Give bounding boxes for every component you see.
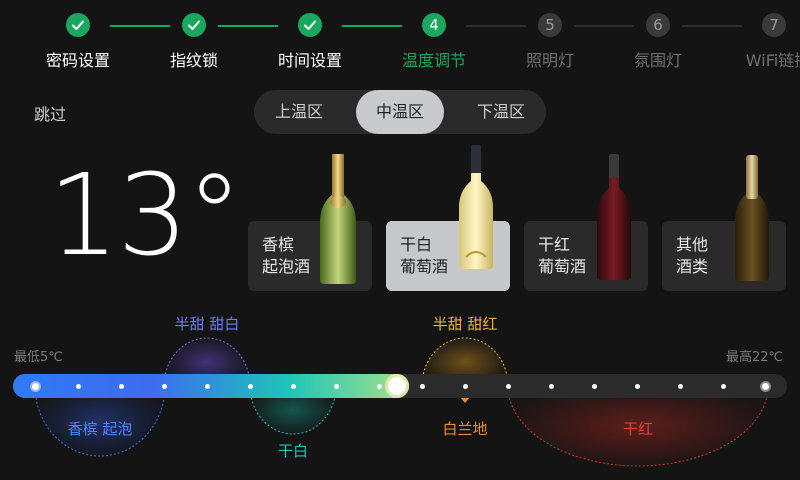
other-bottle-icon <box>735 155 769 281</box>
slider-tick <box>592 384 597 389</box>
step-2-check-icon[interactable] <box>182 13 206 37</box>
step-6-number[interactable]: 6 <box>646 13 670 37</box>
step-connector <box>682 25 742 27</box>
max-temp-label: 最高22℃ <box>726 350 784 365</box>
slider-tick <box>162 384 167 389</box>
skip-button[interactable]: 跳过 <box>34 101 66 125</box>
step-connector <box>466 25 526 27</box>
wine-card-label: 其他 酒类 <box>676 235 709 276</box>
red-wine-bottle-icon <box>597 154 631 280</box>
zone-middle[interactable]: 中温区 <box>356 90 444 134</box>
temperature-display: 13° <box>48 151 243 281</box>
step-2-label[interactable]: 指纹锁 <box>170 47 218 71</box>
slider-tick <box>291 384 296 389</box>
slider-tick <box>205 384 210 389</box>
slider-tick <box>334 384 339 389</box>
step-3-check-icon[interactable] <box>298 13 322 37</box>
step-4-label[interactable]: 温度调节 <box>402 47 466 71</box>
step-6-label[interactable]: 氛围灯 <box>634 47 682 71</box>
wine-card-label: 干白 葡萄酒 <box>400 235 449 276</box>
step-connector <box>574 25 634 27</box>
slider-tick <box>721 384 726 389</box>
step-4-number[interactable]: 4 <box>422 13 446 37</box>
min-temp-label: 最低5℃ <box>14 350 63 365</box>
wine-card-label: 干红 葡萄酒 <box>538 235 587 276</box>
champagne-bottle-icon <box>320 154 356 284</box>
slider-tick <box>463 384 468 389</box>
slider-tick <box>506 384 511 389</box>
zone-lower[interactable]: 下温区 <box>456 90 546 134</box>
semi-sweet-white-label: 半甜 甜白 <box>174 315 240 333</box>
slider-tick <box>248 384 253 389</box>
wine-card-label: 香槟 起泡酒 <box>262 235 311 276</box>
step-7-number[interactable]: 7 <box>762 13 786 37</box>
step-5-number[interactable]: 5 <box>538 13 562 37</box>
temperature-slider-knob[interactable] <box>385 374 409 398</box>
slider-tick <box>635 384 640 389</box>
slider-tick <box>549 384 554 389</box>
white-wine-bottle-icon <box>459 145 493 269</box>
champagne-range-label: 香槟 起泡 <box>67 420 133 438</box>
step-connector <box>110 25 170 27</box>
slider-end-dot <box>762 383 769 390</box>
temperature-slider-fill <box>13 374 408 398</box>
step-1-label[interactable]: 密码设置 <box>46 47 110 71</box>
zone-upper[interactable]: 上温区 <box>254 90 344 134</box>
brandy-range-label: 白兰地 <box>442 420 488 438</box>
step-7-label[interactable]: WiFi链接 <box>746 47 800 71</box>
step-3-label[interactable]: 时间设置 <box>278 47 342 71</box>
slider-tick <box>119 384 124 389</box>
semi-sweet-red-label: 半甜 甜红 <box>432 315 498 333</box>
slider-tick <box>76 384 81 389</box>
slider-tick <box>420 384 425 389</box>
dry-white-range-label: 干白 <box>277 442 309 460</box>
step-connector <box>342 25 402 27</box>
slider-tick <box>377 384 382 389</box>
step-1-check-icon[interactable] <box>66 13 90 37</box>
slider-start-dot <box>32 383 39 390</box>
step-5-label[interactable]: 照明灯 <box>526 47 574 71</box>
dry-red-range-label: 干红 <box>622 420 654 438</box>
zone-selector: 上温区 中温区 下温区 <box>254 90 546 134</box>
slider-tick <box>678 384 683 389</box>
step-connector <box>218 25 278 27</box>
